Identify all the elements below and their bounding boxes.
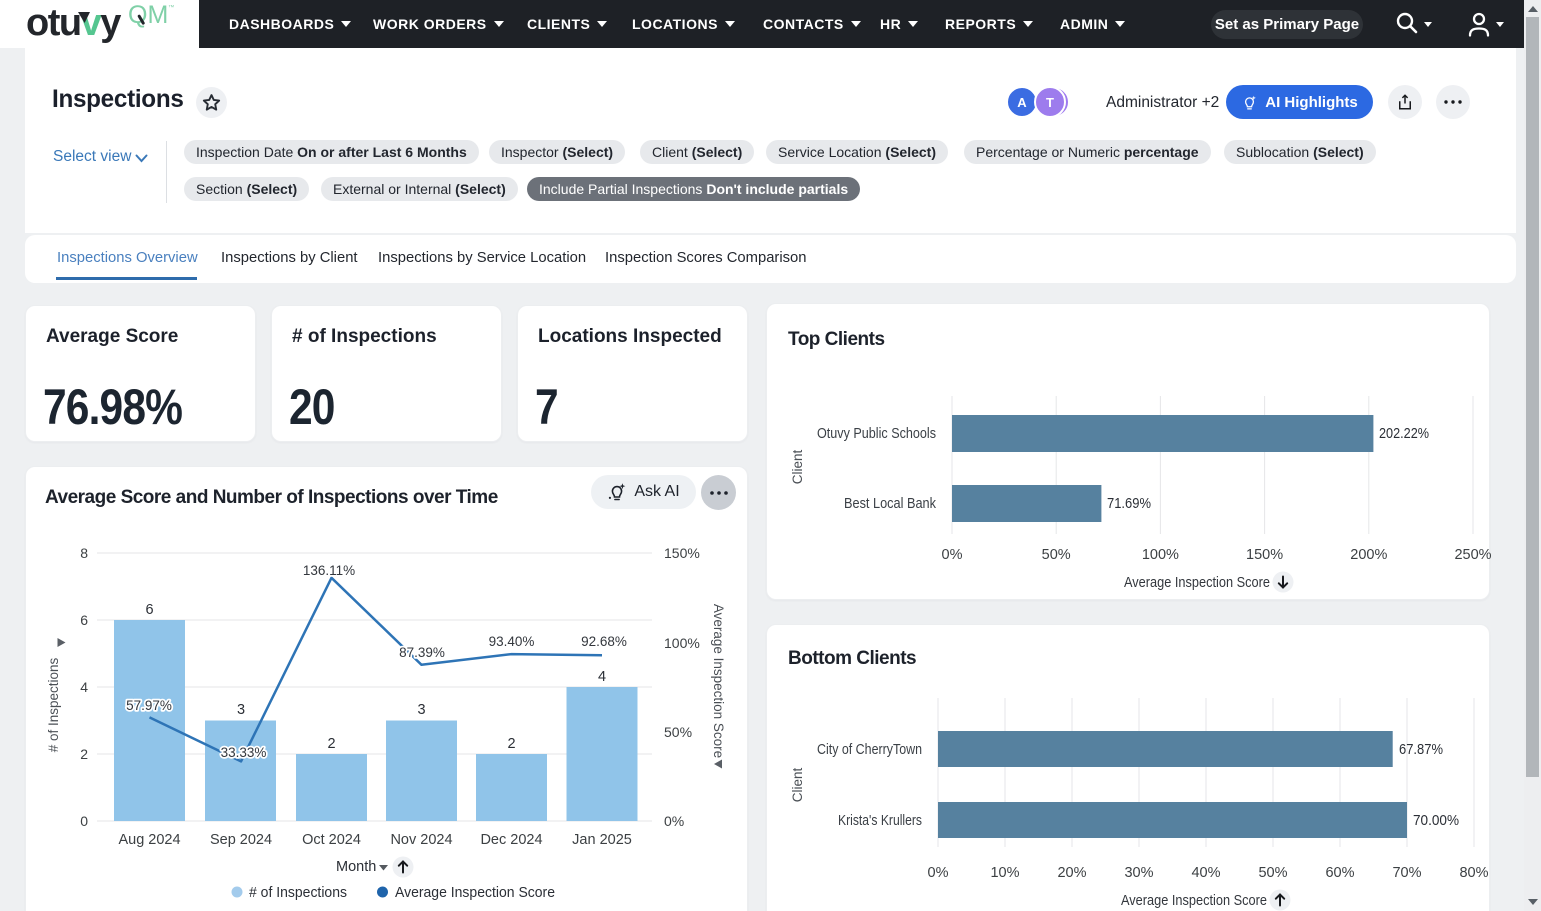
svg-text:40%: 40% [1191,865,1220,881]
svg-text:71.69%: 71.69% [1107,495,1151,512]
svg-text:20%: 20% [1057,865,1086,881]
svg-text:2: 2 [80,746,88,762]
svg-text:33.33%: 33.33% [221,745,267,760]
svg-text:City of CherryTown: City of CherryTown [817,741,922,758]
svg-text:Average Inspection Score: Average Inspection Score [1124,574,1270,591]
svg-text:0: 0 [80,813,88,829]
svg-text:150%: 150% [1246,547,1283,563]
svg-text:0%: 0% [664,813,684,829]
svg-text:# of Inspections: # of Inspections [249,885,347,901]
svg-text:3: 3 [237,702,245,718]
svg-text:87.39%: 87.39% [399,645,445,660]
svg-text:Average Inspection Score: Average Inspection Score [1121,892,1267,909]
svg-text:57.97%: 57.97% [126,698,172,713]
svg-text:Average Inspection Score: Average Inspection Score [711,604,726,758]
svg-text:Nov 2024: Nov 2024 [390,832,452,848]
svg-text:Month: Month [336,859,376,875]
svg-text:# of Inspections: # of Inspections [46,657,61,752]
svg-text:Jan 2025: Jan 2025 [572,832,632,848]
svg-text:4: 4 [598,669,606,685]
svg-text:60%: 60% [1325,865,1354,881]
svg-text:Dec 2024: Dec 2024 [480,832,542,848]
svg-text:2: 2 [507,736,515,752]
svg-text:50%: 50% [1258,865,1287,881]
svg-text:Krista's Krullers: Krista's Krullers [838,812,922,829]
svg-text:6: 6 [145,602,153,618]
svg-text:70.00%: 70.00% [1413,812,1459,829]
svg-text:10%: 10% [990,865,1019,881]
svg-text:6: 6 [80,612,88,628]
svg-text:80%: 80% [1459,865,1488,881]
svg-text:92.68%: 92.68% [581,634,627,649]
svg-text:67.87%: 67.87% [1399,741,1443,758]
svg-text:8: 8 [80,545,88,561]
svg-text:70%: 70% [1392,865,1421,881]
svg-text:30%: 30% [1124,865,1153,881]
svg-text:250%: 250% [1454,547,1491,563]
svg-text:Oct 2024: Oct 2024 [302,832,361,848]
svg-text:50%: 50% [1042,547,1071,563]
svg-text:2: 2 [327,736,335,752]
svg-text:Sep 2024: Sep 2024 [210,832,272,848]
svg-text:200%: 200% [1350,547,1387,563]
svg-text:Aug 2024: Aug 2024 [118,832,180,848]
svg-text:4: 4 [80,679,88,695]
svg-text:136.11%: 136.11% [303,563,355,578]
svg-text:3: 3 [417,702,425,718]
svg-text:Client: Client [790,767,805,802]
svg-text:Otuvy Public Schools: Otuvy Public Schools [817,425,936,442]
svg-text:Average Inspection Score: Average Inspection Score [395,885,555,901]
svg-text:100%: 100% [1142,547,1179,563]
svg-text:0%: 0% [928,865,949,881]
svg-text:50%: 50% [664,724,692,740]
svg-text:Client: Client [790,449,805,484]
svg-text:150%: 150% [664,545,700,561]
svg-text:0%: 0% [942,547,963,563]
svg-text:202.22%: 202.22% [1379,425,1429,442]
svg-text:Best Local Bank: Best Local Bank [844,495,936,512]
svg-text:100%: 100% [664,635,700,651]
svg-text:93.40%: 93.40% [489,634,535,649]
